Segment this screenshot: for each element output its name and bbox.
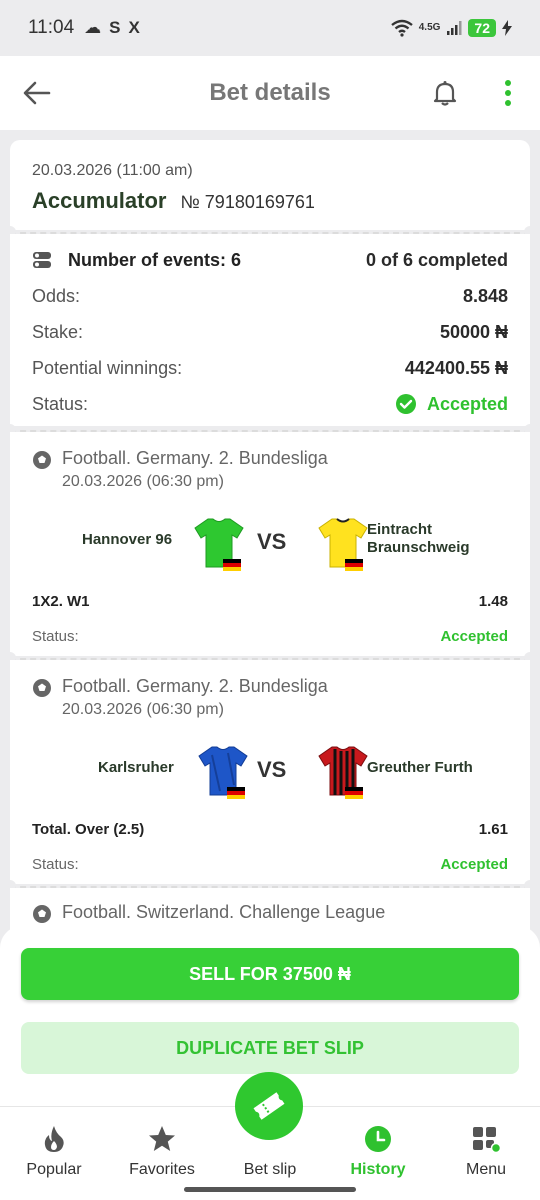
market-odds: 1.48 [478,593,508,610]
nav-label: Menu [465,1161,507,1178]
events-label-wrap: Number of events: 6 [32,250,241,271]
away-team-line1: Eintracht [367,521,433,538]
league-name: Football. Germany. 2. Bundesliga [62,676,328,696]
nav-label: Popular [26,1161,82,1178]
sell-button[interactable]: SELL FOR 37500 ₦ [21,948,519,1000]
event-status-value: Accepted [440,856,508,873]
bet-type-row: Accumulator № 79180169761 [32,188,508,214]
stake-row: Stake: 50000 ₦ [32,314,508,350]
bet-slip-fab[interactable] [235,1072,303,1140]
bell-icon[interactable] [430,78,460,108]
home-team: Karlsruher [98,759,174,776]
event-status-label: Status: [32,856,79,873]
event-header: Football. Germany. 2. Bundesliga 20.03.2… [32,676,508,719]
vs-label: VS [257,529,287,554]
vs-label: VS [257,757,287,782]
x-icon: X [128,18,140,37]
back-arrow-icon[interactable] [22,78,52,108]
battery-level: 72 [468,19,496,37]
market-row: 1X2. W1 1.48 [32,593,508,610]
events-toggle-icon [33,252,51,268]
status-label: Status: [32,393,89,414]
ticket-icon [253,1092,285,1120]
status-badge: Accepted [395,393,508,415]
league-name: Football. Switzerland. Challenge League [62,902,386,922]
match-teams: Karlsruher VS Greuther Furth [32,729,508,815]
odds-label: Odds: [32,285,81,306]
wifi-icon [390,19,413,37]
stake-value: 50000 ₦ [439,321,508,342]
home-team: Hannover 96 [82,531,173,548]
event-header: Football. Switzerland. Challenge League [32,902,508,924]
status-row: Status: Accepted [32,386,508,422]
away-team: Greuther Furth [367,759,473,776]
nav-item-favorites[interactable]: Favorites [108,1107,216,1179]
event-status-row: Status: Accepted [32,628,508,645]
bet-header-card: 20.03.2026 (11:00 am) Accumulator № 7918… [10,140,530,230]
duplicate-bet-slip-button[interactable]: DUPLICATE BET SLIP [21,1022,519,1074]
system-icons: 4.5G 72 [390,19,512,37]
football-icon [33,905,51,923]
bet-type: Accumulator [32,188,167,213]
clock: 11:04 [28,17,75,38]
s-icon: S [109,18,121,37]
events-count: Number of events: 6 [68,249,242,270]
football-icon [33,679,51,697]
market-odds: 1.61 [478,821,508,838]
flame-icon [44,1126,64,1152]
germany-flag-icon [227,787,245,799]
germany-flag-icon [345,559,363,571]
market-row: Total. Over (2.5) 1.61 [32,821,508,838]
event-status-row: Status: Accepted [32,856,508,873]
event-card[interactable]: Football. Germany. 2. Bundesliga 20.03.2… [10,660,530,884]
event-card[interactable]: Football. Germany. 2. Bundesliga 20.03.2… [10,432,530,656]
charging-icon [502,20,512,36]
odds-row: Odds: 8.848 [32,278,508,314]
away-team: Eintracht Braunschweig [367,521,470,557]
home-indicator [184,1187,356,1192]
event-header: Football. Germany. 2. Bundesliga 20.03.2… [32,448,508,491]
market-name: Total. Over (2.5) [32,821,145,838]
event-date: 20.03.2026 (06:30 pm) [62,701,224,718]
check-circle-icon [395,394,416,414]
nav-item-menu[interactable]: Menu [432,1107,540,1179]
app-header: Bet details [0,56,540,130]
germany-flag-icon [345,787,363,799]
event-status-label: Status: [32,628,79,645]
bet-number: № 79180169761 [180,192,315,212]
events-row: Number of events: 6 0 of 6 completed [32,242,508,278]
wind-icon: ☁ [84,18,102,37]
grid-icon [473,1127,501,1153]
winnings-row: Potential winnings: 442400.55 ₦ [32,350,508,386]
league-name: Football. Germany. 2. Bundesliga [62,448,328,468]
away-team-line2: Braunschweig [367,539,470,556]
status-value: Accepted [426,393,508,414]
football-icon [33,451,51,469]
stake-label: Stake: [32,321,84,342]
bet-date: 20.03.2026 (11:00 am) [32,162,193,179]
completed-count: 0 of 6 completed [365,249,508,270]
nav-label: Favorites [129,1161,195,1178]
winnings-value: 442400.55 ₦ [404,357,508,378]
nav-label: History [350,1161,406,1178]
event-date: 20.03.2026 (06:30 pm) [62,473,224,490]
nav-item-popular[interactable]: Popular [0,1107,108,1179]
clock-icon [365,1126,391,1152]
winnings-label: Potential winnings: [32,357,183,378]
odds-value: 8.848 [462,285,508,306]
nav-label: Bet slip [243,1161,297,1178]
more-options-icon[interactable] [498,78,518,108]
market-name: 1X2. W1 [32,593,90,610]
event-status-value: Accepted [440,628,508,645]
bet-summary: Number of events: 6 0 of 6 completed Odd… [10,234,530,426]
match-teams: Hannover 96 VS Eintracht Braunschweig [32,501,508,587]
germany-flag-icon [223,559,241,571]
network-type: 4.5G [418,22,441,33]
notification-icons: ☁ S X [84,18,140,38]
signal-icon [447,21,462,35]
star-icon [149,1126,175,1151]
status-bar: 11:04 ☁ S X 4.5G 72 [0,0,540,56]
nav-item-history[interactable]: History [324,1107,432,1179]
